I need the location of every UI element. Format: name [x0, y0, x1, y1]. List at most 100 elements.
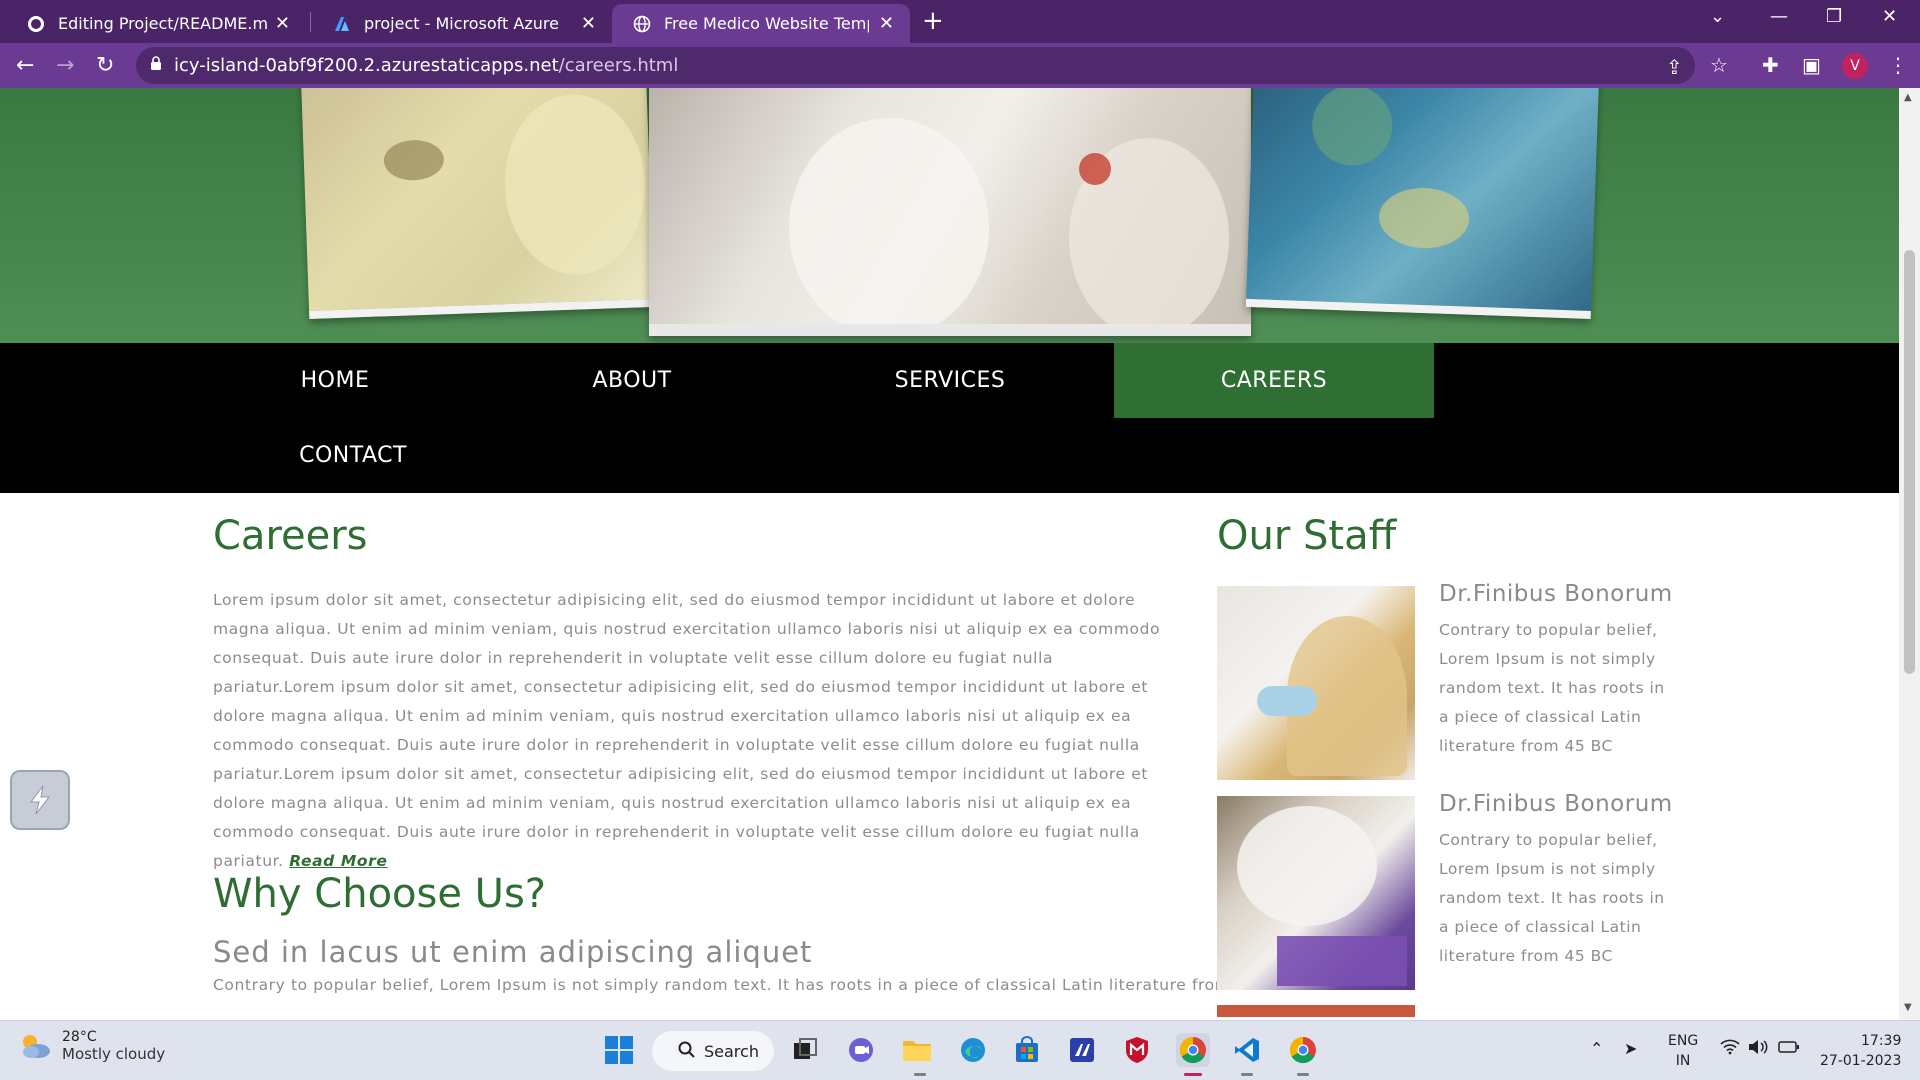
tab-medico[interactable]: Free Medico Website Template | ✕	[612, 4, 910, 43]
nav-contact[interactable]: CONTACT	[288, 418, 418, 493]
active-indicator	[1184, 1073, 1202, 1076]
clock-date: 27-01-2023	[1820, 1053, 1902, 1069]
page-scrollbar[interactable]: ▲ ▼	[1899, 88, 1920, 1020]
why-body: Contrary to popular belief, Lorem Ipsum …	[213, 976, 1257, 994]
wifi-icon[interactable]	[1720, 1039, 1740, 1059]
lightning-icon	[30, 785, 51, 815]
globe-icon	[632, 14, 652, 34]
task-view-icon[interactable]	[788, 1033, 822, 1067]
running-indicator	[1241, 1073, 1253, 1076]
language-indicator[interactable]: ENG IN	[1668, 1031, 1698, 1071]
minimize-button[interactable]: —	[1770, 6, 1788, 27]
staff-photo-3	[1217, 1005, 1415, 1017]
power-automate-icon[interactable]	[1065, 1033, 1099, 1067]
windows-start-icon[interactable]	[602, 1033, 636, 1067]
github-icon	[26, 14, 46, 34]
region-code: IN	[1675, 1053, 1691, 1069]
send-arrow-icon[interactable]: ➤	[1624, 1039, 1637, 1058]
close-tab-icon[interactable]: ✕	[275, 13, 290, 34]
system-clock[interactable]: 17:39 27-01-2023	[1820, 1031, 1901, 1071]
hero-photo-eye-surgery	[300, 88, 655, 319]
nav-careers[interactable]: CAREERS	[1114, 343, 1434, 418]
url-path: /careers.html	[558, 55, 679, 76]
url-host: icy-island-0abf9f200.2.azurestaticapps.n…	[174, 55, 559, 76]
nav-services[interactable]: SERVICES	[880, 343, 1020, 418]
floating-app-widget[interactable]	[10, 770, 70, 830]
forward-button[interactable]: →	[56, 53, 74, 78]
extensions-icon[interactable]: ✚	[1762, 53, 1779, 77]
tab-separator	[310, 12, 311, 32]
file-explorer-icon[interactable]	[900, 1033, 934, 1067]
careers-body: Lorem ipsum dolor sit amet, consectetur …	[213, 586, 1168, 876]
side-panel-icon[interactable]: ▣	[1802, 53, 1821, 77]
hero-photo-operating-room	[1245, 88, 1600, 319]
edge-browser-icon[interactable]	[956, 1033, 990, 1067]
close-tab-icon[interactable]: ✕	[581, 13, 596, 34]
staff-bio-1: Contrary to popular belief, Lorem Ipsum …	[1439, 621, 1665, 755]
weather-condition: Mostly cloudy	[62, 1045, 166, 1063]
staff-name-1: Dr.Finibus Bonorum	[1439, 581, 1673, 607]
windows-taskbar: 28°C Mostly cloudy Search ⌃ ➤ ENG IN 17:…	[0, 1020, 1920, 1080]
profile-avatar[interactable]: V	[1842, 53, 1868, 79]
back-button[interactable]: ←	[16, 53, 34, 78]
staff-photo-2	[1217, 796, 1415, 990]
scroll-up-icon[interactable]: ▲	[1904, 92, 1912, 103]
language-code: ENG	[1668, 1033, 1699, 1049]
chrome-profile-icon[interactable]	[1286, 1033, 1320, 1067]
nav-about[interactable]: ABOUT	[580, 343, 684, 418]
scroll-down-icon[interactable]: ▼	[1904, 1002, 1912, 1013]
vscode-icon[interactable]	[1230, 1033, 1264, 1067]
chrome-icon[interactable]	[1176, 1033, 1210, 1067]
main-navigation: HOME ABOUT SERVICES CAREERS CONTACT	[0, 343, 1899, 493]
new-tab-button[interactable]: +	[922, 6, 944, 36]
why-choose-title: Why Choose Us?	[213, 871, 547, 917]
tab-title: Editing Project/README.md at m	[58, 14, 268, 33]
scrollbar-thumb[interactable]	[1904, 250, 1915, 674]
tab-search-icon[interactable]: ⌄	[1710, 6, 1725, 27]
weather-widget[interactable]: 28°C Mostly cloudy	[18, 1029, 165, 1063]
bookmark-star-icon[interactable]: ☆	[1710, 53, 1728, 77]
browser-tab-strip: Editing Project/README.md at m ✕ project…	[0, 0, 1920, 43]
staff-photo-1	[1217, 586, 1415, 780]
close-window-button[interactable]: ✕	[1882, 6, 1897, 27]
battery-icon[interactable]	[1778, 1039, 1800, 1058]
read-more-link[interactable]: Read More	[289, 852, 387, 870]
weather-temperature: 28°C	[62, 1029, 97, 1045]
azure-icon	[332, 14, 352, 34]
volume-icon[interactable]	[1748, 1039, 1770, 1059]
teams-chat-icon[interactable]	[844, 1033, 878, 1067]
browser-toolbar: ← → ↻ icy-island-0abf9f200.2.azurestatic…	[0, 43, 1920, 88]
careers-title: Careers	[213, 513, 368, 559]
address-bar[interactable]: icy-island-0abf9f200.2.azurestaticapps.n…	[136, 47, 1728, 84]
tab-azure[interactable]: project - Microsoft Azure ✕	[312, 4, 612, 43]
taskbar-search[interactable]: Search	[652, 1031, 774, 1071]
reload-button[interactable]: ↻	[96, 53, 114, 78]
mcafee-icon[interactable]	[1120, 1033, 1154, 1067]
cloudy-sun-icon	[23, 1035, 50, 1058]
why-subtitle: Sed in lacus ut enim adipiscing aliquet	[213, 935, 813, 969]
clock-time: 17:39	[1861, 1033, 1902, 1049]
hero-photo-lab-coat	[649, 88, 1251, 336]
share-icon[interactable]: ⇪	[1666, 55, 1683, 79]
show-hidden-icons-icon[interactable]: ⌃	[1590, 1039, 1603, 1058]
microsoft-store-icon[interactable]	[1010, 1033, 1044, 1067]
staff-name-2: Dr.Finibus Bonorum	[1439, 791, 1673, 817]
close-tab-icon[interactable]: ✕	[879, 13, 894, 34]
nav-home[interactable]: HOME	[288, 343, 382, 418]
tab-title: Free Medico Website Template |	[664, 14, 869, 33]
careers-body-text: Lorem ipsum dolor sit amet, consectetur …	[213, 591, 1161, 870]
page-viewport: HOME ABOUT SERVICES CAREERS CONTACT Care…	[0, 88, 1899, 1020]
hero-banner	[0, 88, 1899, 343]
staff-title: Our Staff	[1217, 513, 1397, 559]
tab-title: project - Microsoft Azure	[364, 14, 559, 33]
restore-button[interactable]: ❐	[1826, 6, 1842, 27]
running-indicator	[914, 1073, 926, 1076]
tab-github[interactable]: Editing Project/README.md at m ✕	[6, 4, 306, 43]
lock-icon[interactable]	[150, 56, 162, 75]
menu-icon[interactable]: ⋮	[1888, 53, 1908, 77]
url-text: icy-island-0abf9f200.2.azurestaticapps.n…	[174, 55, 678, 76]
search-label: Search	[704, 1041, 759, 1061]
search-icon	[678, 1041, 696, 1063]
staff-bio-2: Contrary to popular belief, Lorem Ipsum …	[1439, 831, 1665, 965]
running-indicator	[1297, 1073, 1309, 1076]
